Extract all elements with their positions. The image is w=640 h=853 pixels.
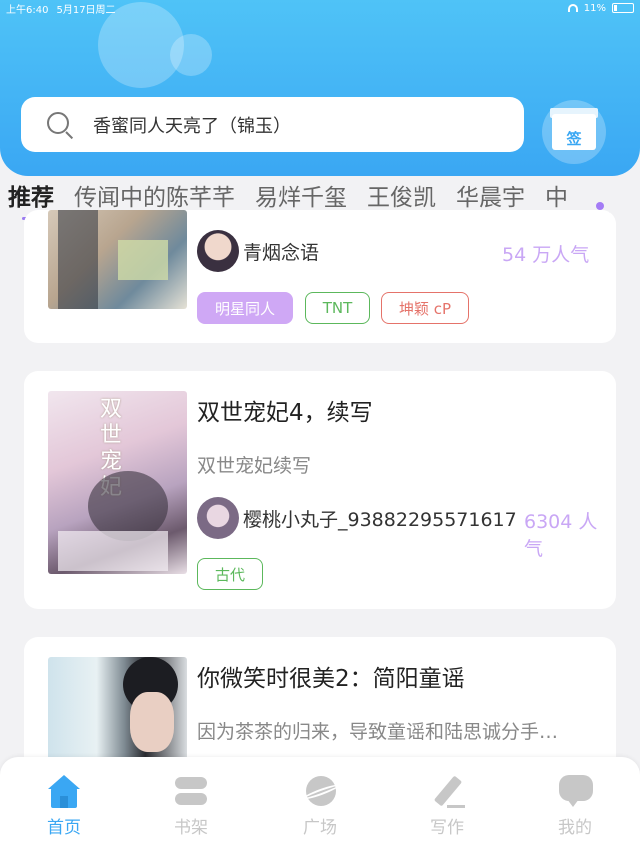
author-name[interactable]: 樱桃小丸子_93882295571617 <box>243 505 517 532</box>
tab-more[interactable]: 中 <box>545 178 568 212</box>
book-title[interactable]: 双世宠妃4，续写 <box>197 393 373 427</box>
battery-percent: 11% <box>583 2 606 14</box>
status-time: 上午6:40 <box>6 4 49 16</box>
search-placeholder: 香蜜同人天亮了（锦玉） <box>93 115 291 137</box>
tab-wangjunkai[interactable]: 王俊凯 <box>367 178 436 212</box>
nav-square[interactable]: 广场 <box>290 775 350 838</box>
book-card[interactable]: 双世宠妃 双世宠妃4，续写 双世宠妃续写 樱桃小丸子_9388229557161… <box>24 371 616 609</box>
planet-icon <box>302 775 340 809</box>
nav-profile[interactable]: 我的 <box>545 775 605 838</box>
book-description: 因为茶茶的归来，导致童谣和陆思诚分手… <box>197 721 559 743</box>
status-bar: 上午6:40 5月17日周二 11% <box>0 0 640 16</box>
sign-in-gift-button[interactable]: 签 <box>542 100 606 164</box>
header: 上午6:40 5月17日周二 11% 香蜜同人天亮了（锦玉） 签 <box>0 0 640 176</box>
book-card[interactable]: 你微笑时很美2：简阳童谣 因为茶茶的归来，导致童谣和陆思诚分手… <box>24 637 616 777</box>
nav-home[interactable]: 首页 <box>34 775 94 838</box>
author-row: 青烟念语 <box>197 230 319 272</box>
popularity: 54 万人气 <box>502 244 590 266</box>
nav-write[interactable]: 写作 <box>417 775 477 838</box>
gift-label: 签 <box>566 130 582 148</box>
status-date: 5月17日周二 <box>56 4 116 16</box>
tag[interactable]: 坤颖 cP <box>381 292 469 324</box>
book-cover <box>48 210 187 309</box>
bookshelf-icon <box>173 775 209 809</box>
tag[interactable]: 古代 <box>197 558 263 590</box>
book-description: 双世宠妃续写 <box>197 455 312 477</box>
tab-yiyangqianxi[interactable]: 易烊千玺 <box>255 178 347 212</box>
chat-bubble-icon <box>557 775 593 809</box>
popularity: 6304 人气 <box>524 511 598 560</box>
nav-bookshelf[interactable]: 书架 <box>161 775 221 838</box>
book-cover: 双世宠妃 <box>48 391 187 574</box>
bottom-nav: 首页 书架 广场 写作 我的 <box>0 757 640 853</box>
author-name[interactable]: 青烟念语 <box>243 238 319 265</box>
pen-icon <box>429 775 465 809</box>
decor-bubble-small <box>170 34 212 76</box>
tab-huachenyu[interactable]: 华晨宇 <box>456 178 525 212</box>
battery-icon <box>612 3 634 13</box>
wifi-icon <box>567 4 578 12</box>
tag[interactable]: 明星同人 <box>197 292 293 324</box>
tab-recommend[interactable]: 推荐 <box>8 178 54 220</box>
tag[interactable]: TNT <box>305 292 370 324</box>
author-row: 樱桃小丸子_93882295571617 <box>197 497 517 539</box>
search-icon <box>45 110 75 140</box>
avatar[interactable] <box>197 230 239 272</box>
home-icon <box>46 775 82 809</box>
search-bar[interactable]: 香蜜同人天亮了（锦玉） <box>21 97 524 152</box>
book-card[interactable]: 青烟念语 54 万人气 明星同人 TNT 坤颖 cP <box>24 210 616 343</box>
avatar[interactable] <box>197 497 239 539</box>
book-title[interactable]: 你微笑时很美2：简阳童谣 <box>197 659 465 693</box>
tab-chenqianqian[interactable]: 传闻中的陈芊芊 <box>74 178 235 212</box>
